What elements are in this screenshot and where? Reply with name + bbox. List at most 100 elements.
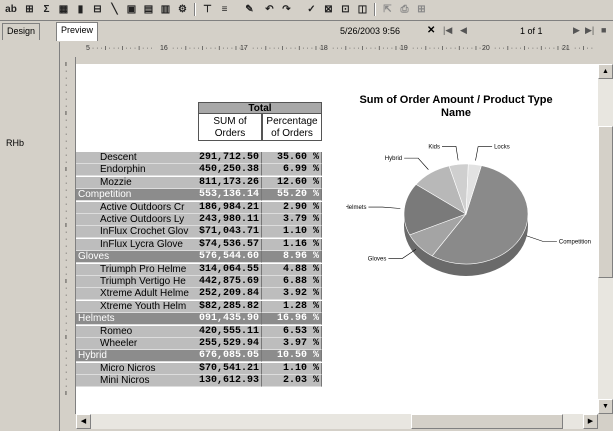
group-row-label: Gloves xyxy=(76,251,198,264)
sum-cell: $82,285.82 xyxy=(198,300,262,313)
percentage-cell: 3.97 % xyxy=(262,338,322,350)
percentage-cell: 12.60 % xyxy=(262,176,322,189)
scroll-right-icon[interactable]: ▶ xyxy=(583,414,598,429)
last-page-icon[interactable]: ▶| xyxy=(585,25,594,36)
print-icon[interactable]: ⎙ xyxy=(397,2,412,17)
percentage-cell: 1.16 % xyxy=(262,238,322,251)
chart-icon[interactable]: ▮ xyxy=(73,2,88,17)
sum-cell: 553,136.14 xyxy=(198,189,262,202)
ruler-mark: 16 xyxy=(160,45,168,52)
next-page-icon[interactable]: ▶ xyxy=(573,25,580,36)
text-object-button[interactable]: ab xyxy=(3,2,19,17)
scroll-left-icon[interactable]: ◀ xyxy=(76,414,91,429)
tab-row: Design Preview 5/26/2003 9:56 ✕ |◀ ◀ 1 o… xyxy=(0,21,613,41)
chart-title: Sum of Order Amount / Product Type Name xyxy=(359,94,553,119)
row-label: Xtreme Youth Helm xyxy=(76,300,198,313)
leader-line xyxy=(442,146,459,161)
first-page-icon[interactable]: |◀ xyxy=(443,25,452,36)
row-label: Mozzie xyxy=(76,176,198,189)
toolbar: ab ⊞ Σ ▦ ▮ ⊟ ╲ ▣ ▤ ▥ ⚙ ⊤ ≡ ✎ ↶ ↷ ✓ ⊠ ⊡ ◫… xyxy=(0,0,613,21)
percentage-cell: 6.53 % xyxy=(262,325,322,338)
pie-label: Gloves xyxy=(368,256,387,262)
ruler-tick: · · · ı · · · ı · · · ı · · · ı · · xyxy=(494,45,568,52)
section-label: RHb xyxy=(6,138,25,148)
percentage-cell: 2.90 % xyxy=(262,201,322,214)
sum-cell: 314,064.55 xyxy=(198,263,262,276)
close-preview-icon[interactable]: ✕ xyxy=(427,25,435,36)
percentage-cell: 1.28 % xyxy=(262,300,322,313)
ruler-tick: · · ı · · xyxy=(574,45,594,52)
sum-cell: $74,536.57 xyxy=(198,238,262,251)
tab-preview[interactable]: Preview xyxy=(56,22,99,41)
align-center-icon[interactable]: ≡ xyxy=(217,2,232,17)
redo-icon[interactable]: ↷ xyxy=(279,2,294,17)
row-label: Xtreme Adult Helme xyxy=(76,288,198,301)
spell-icon[interactable]: ✓ xyxy=(304,2,319,17)
preview-icon[interactable]: ◫ xyxy=(355,2,370,17)
vertical-scroll-thumb[interactable] xyxy=(598,126,613,278)
pie-chart: Competition Gloves Helmets Hybrid Kids Locks xyxy=(346,144,591,276)
group-row-label: Competition xyxy=(76,189,198,202)
export-icon[interactable]: ⇱ xyxy=(380,2,395,17)
ruler-tick: · · · ı · · · ı · · · ı · · · ı · · xyxy=(412,45,486,52)
row-label: Mini Nicros xyxy=(76,375,198,388)
gear-icon[interactable]: ⚙ xyxy=(175,2,190,17)
sigma-icon[interactable]: Σ xyxy=(39,2,54,17)
leader-line xyxy=(526,235,557,242)
field-icon[interactable]: ⊠ xyxy=(321,2,336,17)
toolbar-separator xyxy=(374,3,376,16)
sum-cell: 811,173.26 xyxy=(198,176,262,189)
row-label: Descent xyxy=(76,152,198,164)
ruler-mark: 21 xyxy=(562,45,570,52)
tab-design[interactable]: Design xyxy=(2,23,41,40)
percentage-cell: 2.03 % xyxy=(262,375,322,388)
sum-cell: 442,875.69 xyxy=(198,276,262,288)
vertical-scrollbar[interactable]: ▲ ▼ xyxy=(598,64,613,414)
percentage-cell: 3.92 % xyxy=(262,288,322,301)
ruler-mark: 20 xyxy=(482,45,490,52)
line-icon[interactable]: ╲ xyxy=(107,2,122,17)
percentage-cell: 6.88 % xyxy=(262,276,322,288)
percentage-cell: 6.99 % xyxy=(262,164,322,177)
column-header-sum: SUM of Orders xyxy=(198,113,262,141)
subreport-icon[interactable]: ▤ xyxy=(141,2,156,17)
sum-cell: 130,612.93 xyxy=(198,375,262,388)
column-header-percentage: Percentage of Orders xyxy=(262,113,322,141)
row-label: Wheeler xyxy=(76,338,198,350)
group-row-label: Hybrid xyxy=(76,350,198,363)
horizontal-scrollbar[interactable]: ◀ ▶ xyxy=(76,414,598,429)
leader-line xyxy=(475,146,493,161)
sum-cell: 420,555.11 xyxy=(198,325,262,338)
percentage-cell: 35.60 % xyxy=(262,152,322,164)
stop-icon[interactable]: ■ xyxy=(601,25,606,35)
prev-page-icon[interactable]: ◀ xyxy=(460,25,467,36)
sum-cell: 186,984.21 xyxy=(198,201,262,214)
database-icon[interactable]: ▥ xyxy=(158,2,173,17)
image-icon[interactable]: ▣ xyxy=(124,2,139,17)
percentage-cell: 3.79 % xyxy=(262,214,322,226)
row-label: InFlux Crochet Glov xyxy=(76,226,198,239)
field-list-icon[interactable]: ▦ xyxy=(56,2,71,17)
scroll-up-icon[interactable]: ▲ xyxy=(598,64,613,79)
sum-cell: 676,085.05 xyxy=(198,350,262,363)
align-left-icon[interactable]: ⊤ xyxy=(200,2,215,17)
zoom-icon[interactable]: ⊞ xyxy=(414,2,429,17)
row-label: Active Outdoors Ly xyxy=(76,214,198,226)
group-icon[interactable]: ⊟ xyxy=(90,2,105,17)
sum-cell: 243,980.11 xyxy=(198,214,262,226)
percentage-cell: 1.10 % xyxy=(262,226,322,239)
sum-cell: 255,529.94 xyxy=(198,338,262,350)
group-row-label: Helmets xyxy=(76,313,198,326)
pie-label: Kids xyxy=(428,144,440,150)
ruler-mark: 17 xyxy=(240,45,248,52)
ruler-tick: · · · ı · · · ı · · · ı · · · ı · · xyxy=(252,45,326,52)
undo-icon[interactable]: ↶ xyxy=(262,2,277,17)
row-label: Micro Nicros xyxy=(76,362,198,375)
horizontal-scroll-thumb[interactable] xyxy=(411,414,563,429)
percentage-cell: 16.96 % xyxy=(262,313,322,326)
scroll-down-icon[interactable]: ▼ xyxy=(598,399,613,414)
format-painter-icon[interactable]: ✎ xyxy=(242,2,257,17)
grid-icon[interactable]: ⊞ xyxy=(22,2,37,17)
hyperlink-icon[interactable]: ⊡ xyxy=(338,2,353,17)
sum-cell: $70,541.21 xyxy=(198,362,262,375)
